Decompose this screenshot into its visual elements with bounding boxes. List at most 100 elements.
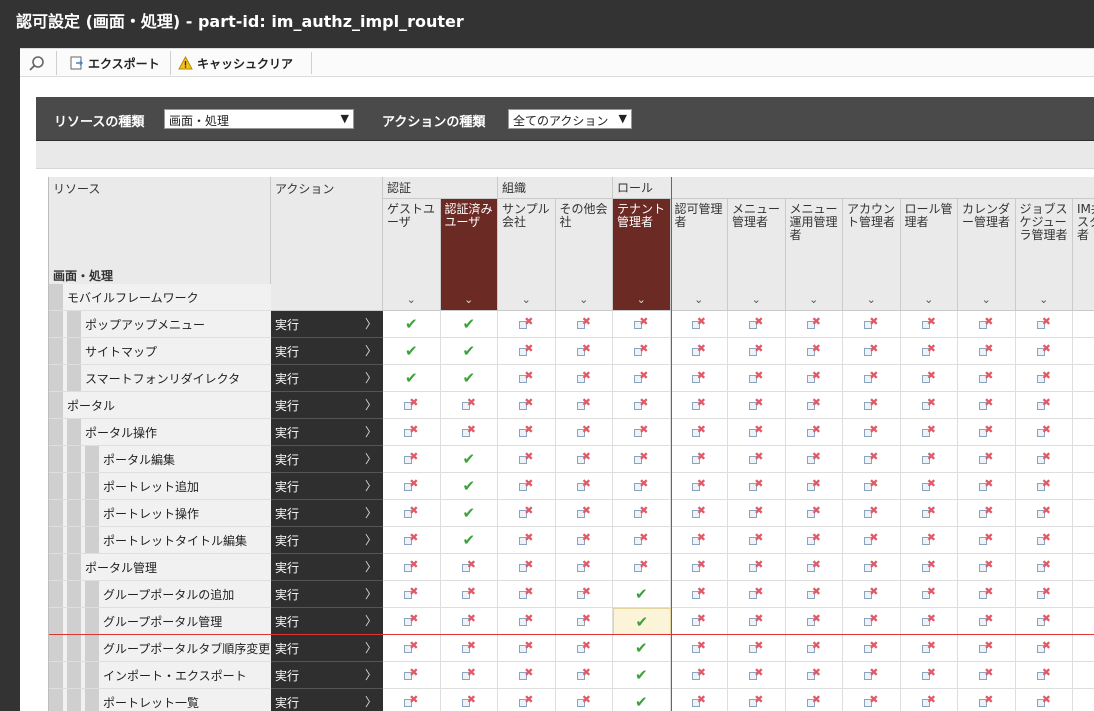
permission-cell[interactable]: ✖ [613, 446, 671, 473]
permission-cell[interactable]: ✖ [440, 581, 498, 608]
permission-cell[interactable]: ✖ [555, 608, 613, 635]
permission-cell[interactable]: ✔ [440, 500, 498, 527]
permission-cell[interactable]: ✖ [728, 392, 786, 419]
permission-cell[interactable]: ✖ [498, 689, 556, 711]
permission-cell[interactable]: ✖ [1073, 365, 1094, 392]
permission-cell[interactable]: ✖ [1015, 581, 1073, 608]
resource-cell[interactable]: ポートレット追加 [49, 473, 271, 500]
permission-cell[interactable]: ✖ [383, 419, 441, 446]
permission-cell[interactable]: ✖ [670, 608, 728, 635]
resource-cell[interactable]: ポートレットタイトル編集 [49, 527, 271, 554]
permission-cell[interactable]: ✖ [555, 419, 613, 446]
permission-cell[interactable]: ✖ [1073, 554, 1094, 581]
permission-cell[interactable]: ✖ [843, 365, 901, 392]
permission-cell[interactable]: ✖ [728, 446, 786, 473]
permission-cell[interactable]: ✖ [670, 689, 728, 711]
search-icon[interactable] [28, 55, 46, 73]
permission-cell[interactable]: ✖ [1073, 500, 1094, 527]
permission-cell[interactable]: ✖ [498, 365, 556, 392]
chevron-down-icon[interactable]: ⌄ [752, 293, 761, 306]
resource-cell[interactable]: ポートレット一覧 [49, 689, 271, 711]
column-header[interactable]: 認証済みユーザ ⌄ [440, 199, 498, 311]
column-header[interactable]: ロール管理者 ⌄ [900, 199, 958, 311]
permission-cell[interactable]: ✖ [670, 446, 728, 473]
permission-cell[interactable]: ✖ [843, 446, 901, 473]
permission-cell[interactable]: ✖ [785, 554, 843, 581]
permission-cell[interactable]: ✖ [498, 419, 556, 446]
permission-cell[interactable]: ✖ [498, 527, 556, 554]
permission-cell[interactable]: ✖ [1015, 662, 1073, 689]
permission-cell[interactable]: ✖ [1073, 581, 1094, 608]
resource-cell[interactable]: グループポータルの追加 [49, 581, 271, 608]
permission-cell[interactable]: ✖ [1015, 473, 1073, 500]
permission-cell[interactable]: ✖ [958, 554, 1016, 581]
permission-cell[interactable]: ✖ [843, 554, 901, 581]
permission-cell[interactable]: ✖ [843, 689, 901, 711]
permission-cell[interactable]: ✔ [440, 527, 498, 554]
permission-cell[interactable]: ✖ [613, 554, 671, 581]
permission-cell[interactable]: ✖ [613, 527, 671, 554]
permission-cell[interactable]: ✖ [383, 392, 441, 419]
permission-cell[interactable]: ✖ [728, 689, 786, 711]
permission-cell[interactable]: ✖ [1015, 689, 1073, 711]
permission-cell[interactable]: ✖ [728, 527, 786, 554]
permission-cell[interactable]: ✖ [958, 527, 1016, 554]
permission-cell[interactable]: ✖ [613, 473, 671, 500]
permission-cell[interactable]: ✖ [498, 554, 556, 581]
permission-cell[interactable]: ✖ [900, 365, 958, 392]
permission-cell[interactable]: ✖ [958, 419, 1016, 446]
permission-cell[interactable]: ✖ [728, 311, 786, 338]
permission-cell[interactable]: ✖ [728, 365, 786, 392]
permission-cell[interactable]: ✖ [958, 338, 1016, 365]
permission-cell[interactable]: ✖ [383, 446, 441, 473]
permission-cell[interactable]: ✖ [958, 689, 1016, 711]
permission-cell[interactable]: ✖ [900, 554, 958, 581]
permission-cell[interactable]: ✖ [555, 554, 613, 581]
resource-cell[interactable]: ポップアップメニュー [49, 311, 271, 338]
permission-cell[interactable]: ✖ [498, 446, 556, 473]
permission-cell[interactable]: ✖ [498, 311, 556, 338]
permission-cell[interactable]: ✖ [670, 392, 728, 419]
chevron-down-icon[interactable]: ⌄ [867, 293, 876, 306]
action-cell[interactable]: 実行 〉 [271, 311, 383, 338]
chevron-down-icon[interactable]: ⌄ [407, 293, 416, 306]
permission-cell[interactable]: ✖ [843, 473, 901, 500]
permission-cell[interactable]: ✖ [1073, 311, 1094, 338]
permission-cell[interactable]: ✖ [843, 311, 901, 338]
permission-cell[interactable]: ✖ [1073, 689, 1094, 711]
permission-cell[interactable]: ✖ [670, 365, 728, 392]
permission-cell[interactable]: ✖ [555, 311, 613, 338]
resource-cell[interactable]: ポートレット操作 [49, 500, 271, 527]
permission-cell[interactable]: ✖ [555, 473, 613, 500]
permission-cell[interactable]: ✖ [383, 662, 441, 689]
chevron-down-icon[interactable]: ⌄ [982, 293, 991, 306]
action-cell[interactable]: 実行 〉 [271, 338, 383, 365]
permission-cell[interactable]: ✖ [1073, 419, 1094, 446]
permission-cell[interactable]: ✖ [785, 446, 843, 473]
permission-cell[interactable]: ✖ [383, 635, 441, 662]
column-header[interactable]: カレンダー管理者 ⌄ [958, 199, 1016, 311]
resource-type-select[interactable]: 画面・処理 ▼ [164, 109, 354, 129]
resource-cell[interactable]: グループポータルタブ順序変更 [49, 635, 271, 662]
permission-cell[interactable]: ✖ [728, 338, 786, 365]
permission-cell[interactable]: ✖ [843, 527, 901, 554]
permission-cell[interactable]: ✖ [613, 419, 671, 446]
resource-cell[interactable]: ポータル操作 [49, 419, 271, 446]
permission-cell[interactable]: ✖ [1073, 527, 1094, 554]
permission-cell[interactable]: ✖ [555, 500, 613, 527]
permission-cell[interactable]: ✖ [670, 311, 728, 338]
chevron-down-icon[interactable]: ⌄ [694, 293, 703, 306]
permission-cell[interactable]: ✖ [1015, 527, 1073, 554]
permission-cell[interactable]: ✖ [785, 311, 843, 338]
permission-cell[interactable]: ✖ [1073, 608, 1094, 635]
column-header[interactable]: その他会社 ⌄ [555, 199, 613, 311]
permission-cell[interactable]: ✖ [728, 419, 786, 446]
permission-cell[interactable]: ✖ [1015, 554, 1073, 581]
action-cell[interactable]: 実行 〉 [271, 662, 383, 689]
permission-cell[interactable]: ✖ [785, 392, 843, 419]
permission-cell[interactable]: ✖ [555, 635, 613, 662]
permission-cell[interactable]: ✖ [900, 581, 958, 608]
permission-cell[interactable]: ✖ [900, 473, 958, 500]
permission-cell[interactable]: ✖ [900, 392, 958, 419]
permission-cell[interactable]: ✖ [440, 662, 498, 689]
